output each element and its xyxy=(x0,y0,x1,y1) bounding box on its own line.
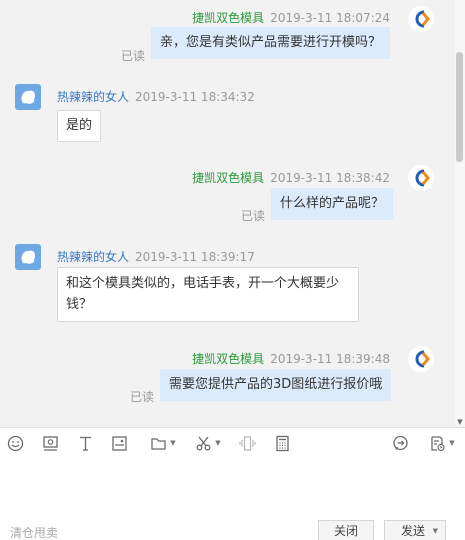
screenshot-icon xyxy=(42,435,58,451)
folder-button[interactable]: ▼ xyxy=(146,433,180,453)
scissors-button[interactable]: ▼ xyxy=(191,433,225,453)
sender-name: 捷凯双色模具 xyxy=(192,11,265,25)
quick-reply-button[interactable] xyxy=(390,433,410,453)
timestamp: 2019-3-11 18:39:48 xyxy=(270,352,390,366)
calculator-icon xyxy=(275,435,289,451)
font-icon xyxy=(79,436,91,451)
promo-tip[interactable]: 清仓甩卖 xyxy=(10,524,58,540)
chevron-down-icon: ▼ xyxy=(215,439,221,447)
composer: 清仓甩卖 关闭 发送 ▼ xyxy=(0,457,465,540)
scissors-icon xyxy=(196,436,211,450)
read-status: 已读 xyxy=(130,390,155,404)
message-meta: 捷凯双色模具 2019-3-11 18:39:48 xyxy=(192,350,390,367)
chevron-down-icon: ▼ xyxy=(449,439,455,447)
composer-toolbar: ▼ ▼ ▼ xyxy=(0,427,465,457)
brand-logo-icon xyxy=(415,350,430,368)
vibrate-button[interactable] xyxy=(237,433,257,453)
chevron-down-icon: ▼ xyxy=(170,439,176,447)
font-button[interactable] xyxy=(75,433,95,453)
sender-name: 热辣辣的女人 xyxy=(57,250,130,264)
send-button[interactable]: 发送 ▼ xyxy=(384,520,446,540)
avatar[interactable] xyxy=(408,346,434,372)
message-meta: 捷凯双色模具 2019-3-11 18:07:24 xyxy=(192,9,390,26)
user-avatar-icon xyxy=(21,250,36,264)
message-meta: 热辣辣的女人 2019-3-11 18:34:32 xyxy=(57,88,255,105)
image-button[interactable] xyxy=(109,433,129,453)
sender-name: 捷凯双色模具 xyxy=(192,352,265,366)
message-bubble: 亲，您是有类似产品需要进行开模吗？ xyxy=(151,27,391,59)
message-bubble: 什么样的产品呢？ xyxy=(271,188,394,220)
read-status: 已读 xyxy=(121,49,146,63)
send-label: 发送 xyxy=(401,524,426,538)
timestamp: 2019-3-11 18:38:42 xyxy=(270,171,390,185)
brand-logo-icon xyxy=(415,169,430,187)
message-meta: 热辣辣的女人 2019-3-11 18:39:17 xyxy=(57,248,255,265)
emoji-icon xyxy=(7,435,23,451)
avatar[interactable] xyxy=(15,84,41,110)
message-input[interactable] xyxy=(0,457,465,517)
folder-icon xyxy=(151,437,166,450)
quick-reply-icon xyxy=(392,435,408,450)
avatar[interactable] xyxy=(408,6,434,32)
close-button[interactable]: 关闭 xyxy=(318,520,374,540)
message-bubble: 是的 xyxy=(57,110,102,142)
brand-logo-icon xyxy=(415,10,430,28)
timestamp: 2019-3-11 18:39:17 xyxy=(135,250,255,264)
avatar[interactable] xyxy=(408,165,434,191)
timestamp: 2019-3-11 18:07:24 xyxy=(270,11,390,25)
scrollbar-thumb[interactable] xyxy=(456,52,463,162)
message-meta: 捷凯双色模具 2019-3-11 18:38:42 xyxy=(192,169,390,186)
history-button[interactable]: ▼ xyxy=(423,433,461,453)
chat-scrollbar[interactable]: ▼ xyxy=(455,0,465,427)
vibrate-icon xyxy=(238,435,256,451)
screenshot-button[interactable] xyxy=(40,433,60,453)
scroll-down-arrow-icon[interactable]: ▼ xyxy=(455,418,465,426)
sender-name: 捷凯双色模具 xyxy=(192,171,265,185)
chat-history[interactable]: 捷凯双色模具 2019-3-11 18:07:24 亲，您是有类似产品需要进行开模… xyxy=(0,0,465,427)
chevron-down-icon[interactable]: ▼ xyxy=(433,521,438,540)
history-icon xyxy=(431,435,445,451)
emoji-button[interactable] xyxy=(5,433,25,453)
user-avatar-icon xyxy=(21,90,36,104)
image-icon xyxy=(111,435,127,451)
sender-name: 热辣辣的女人 xyxy=(57,90,130,104)
read-status: 已读 xyxy=(241,209,266,223)
timestamp: 2019-3-11 18:34:32 xyxy=(135,90,255,104)
calculator-button[interactable] xyxy=(272,433,292,453)
message-bubble: 和这个模具类似的，电话手表，开一个大概要少钱？ xyxy=(57,267,359,322)
avatar[interactable] xyxy=(15,244,41,270)
message-bubble: 需要您提供产品的3D图纸进行报价哦 xyxy=(160,369,392,401)
